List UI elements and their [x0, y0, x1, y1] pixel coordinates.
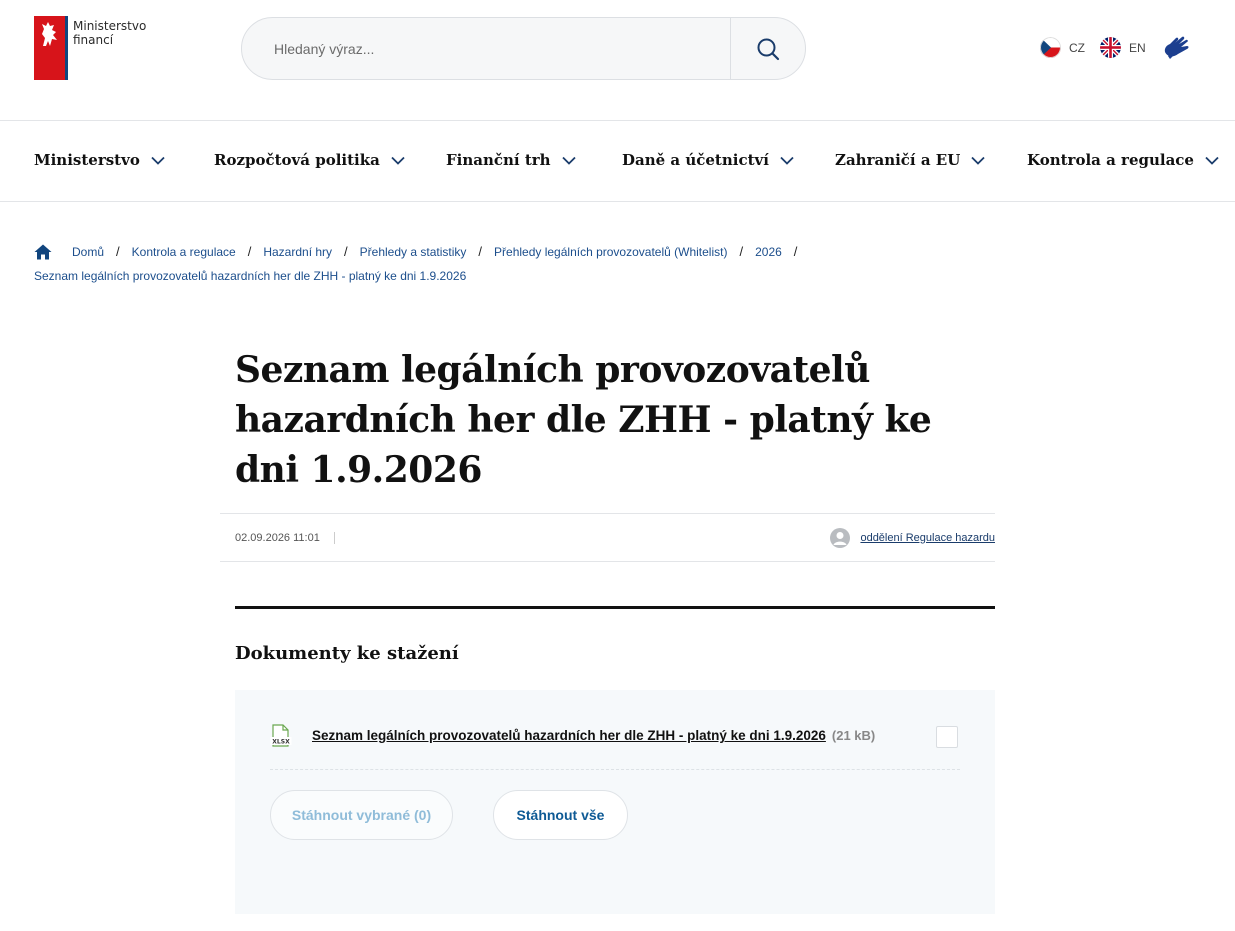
- breadcrumb-row: Seznam legálních provozovatelů hazardníc…: [34, 264, 1204, 288]
- article-meta: 02.09.2026 11:01 oddělení Regulace hazar…: [220, 513, 995, 562]
- author-link[interactable]: oddělení Regulace hazardu: [830, 527, 995, 548]
- xlsx-file-icon: XLSX: [270, 724, 292, 747]
- breadcrumb-separator: /: [344, 244, 348, 259]
- breadcrumb-current: Seznam legálních provozovatelů hazardníc…: [34, 269, 467, 283]
- language-en-label: EN: [1129, 40, 1146, 55]
- chevron-down-icon: [1205, 156, 1219, 165]
- home-icon: [34, 244, 52, 260]
- breadcrumb-link[interactable]: 2026: [755, 240, 782, 264]
- breadcrumb: Domů / Kontrola a regulace / Hazardní hr…: [34, 240, 1204, 288]
- nav-item-ministerstvo[interactable]: Ministerstvo: [34, 151, 165, 169]
- czech-flag-icon: [1040, 37, 1061, 58]
- publish-date: 02.09.2026 11:01: [235, 531, 320, 544]
- nav-item-dane-a-ucetnictvi[interactable]: Daně a účetnictví: [622, 151, 794, 169]
- search-button[interactable]: [730, 18, 805, 79]
- document-select-checkbox[interactable]: [936, 726, 958, 748]
- nav-item-label: Ministerstvo: [34, 151, 140, 169]
- nav-item-label: Zahraničí a EU: [835, 151, 961, 169]
- site-header: Ministerstvo financí CZ: [0, 0, 1235, 120]
- language-cz-label: CZ: [1069, 40, 1085, 55]
- breadcrumb-separator: /: [793, 244, 798, 259]
- chevron-down-icon: [561, 156, 576, 165]
- documents-heading: Dokumenty ke stažení: [235, 643, 459, 664]
- document-download-link[interactable]: Seznam legálních provozovatelů hazardníc…: [312, 728, 826, 743]
- breadcrumb-separator: /: [116, 244, 120, 259]
- nav-item-label: Kontrola a regulace: [1027, 151, 1194, 169]
- chevron-down-icon: [151, 156, 165, 165]
- breadcrumb-home[interactable]: [34, 244, 52, 260]
- breadcrumb-link[interactable]: Hazardní hry: [263, 240, 332, 264]
- breadcrumb-link[interactable]: Přehledy legálních provozovatelů (Whitel…: [494, 240, 727, 264]
- file-type-label: XLSX: [272, 739, 290, 746]
- language-en-button[interactable]: EN: [1100, 37, 1146, 58]
- user-avatar-icon: [830, 527, 851, 548]
- logo-text-line2: financí: [73, 33, 114, 47]
- search-input[interactable]: [242, 18, 730, 79]
- documents-panel: XLSX Seznam legálních provozovatelů haza…: [235, 690, 995, 914]
- breadcrumb-row: Domů / Kontrola a regulace / Hazardní hr…: [34, 240, 1204, 264]
- logo-text-line1: Ministerstvo: [73, 19, 147, 33]
- main-navigation: Ministerstvo Rozpočtová politika Finančn…: [0, 120, 1235, 202]
- breadcrumb-separator: /: [739, 244, 744, 259]
- breadcrumb-separator: /: [478, 244, 483, 259]
- download-selected-button[interactable]: Stáhnout vybrané (0): [270, 790, 453, 840]
- document-item: XLSX Seznam legálních provozovatelů haza…: [270, 724, 960, 770]
- breadcrumb-link[interactable]: Kontrola a regulace: [132, 240, 236, 264]
- author-name: oddělení Regulace hazardu: [860, 531, 995, 544]
- uk-flag-icon: [1100, 37, 1121, 58]
- nav-item-zahranici-a-eu[interactable]: Zahraničí a EU: [835, 151, 985, 169]
- download-all-button[interactable]: Stáhnout vše: [493, 790, 628, 840]
- document-size: (21 kB): [831, 728, 876, 743]
- sign-language-icon[interactable]: [1162, 34, 1192, 62]
- ministry-name: Ministerstvo financí: [73, 19, 146, 80]
- ministry-logo[interactable]: Ministerstvo financí: [34, 16, 146, 80]
- language-cz-button[interactable]: CZ: [1040, 37, 1085, 58]
- breadcrumb-link[interactable]: Domů: [72, 240, 104, 264]
- section-divider: [235, 606, 995, 609]
- nav-item-label: Daně a účetnictví: [622, 151, 769, 169]
- nav-item-financni-trh[interactable]: Finanční trh: [446, 151, 576, 169]
- search-bar: [241, 17, 806, 80]
- chevron-down-icon: [391, 156, 405, 165]
- breadcrumb-link[interactable]: Přehledy a statistiky: [360, 240, 467, 264]
- search-icon: [757, 38, 780, 60]
- chevron-down-icon: [971, 156, 985, 165]
- breadcrumb-separator: /: [247, 244, 252, 259]
- meta-divider: [333, 531, 335, 544]
- nav-item-label: Rozpočtová politika: [214, 151, 380, 169]
- nav-item-label: Finanční trh: [446, 151, 551, 169]
- nav-item-rozpoctova-politika[interactable]: Rozpočtová politika: [214, 151, 405, 169]
- page-title: Seznam legálních provozovatelů hazardníc…: [235, 349, 932, 491]
- nav-item-kontrola-a-regulace[interactable]: Kontrola a regulace: [1027, 151, 1219, 169]
- chevron-down-icon: [780, 156, 794, 165]
- lion-emblem-icon: [34, 16, 68, 80]
